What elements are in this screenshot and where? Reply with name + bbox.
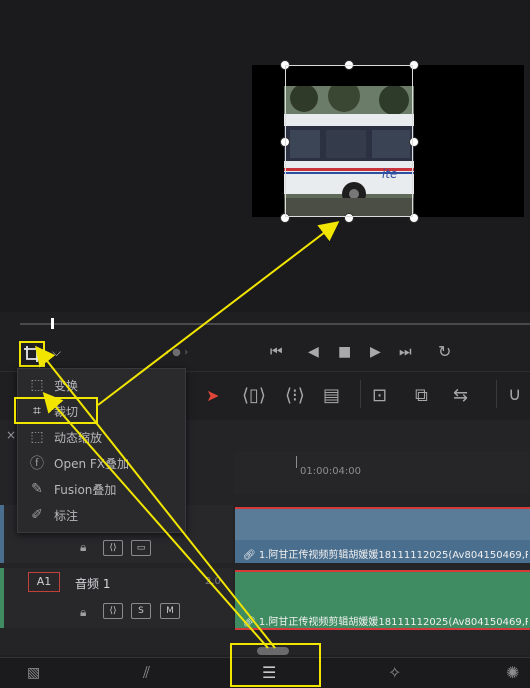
annotation-arrows: [35, 221, 340, 649]
